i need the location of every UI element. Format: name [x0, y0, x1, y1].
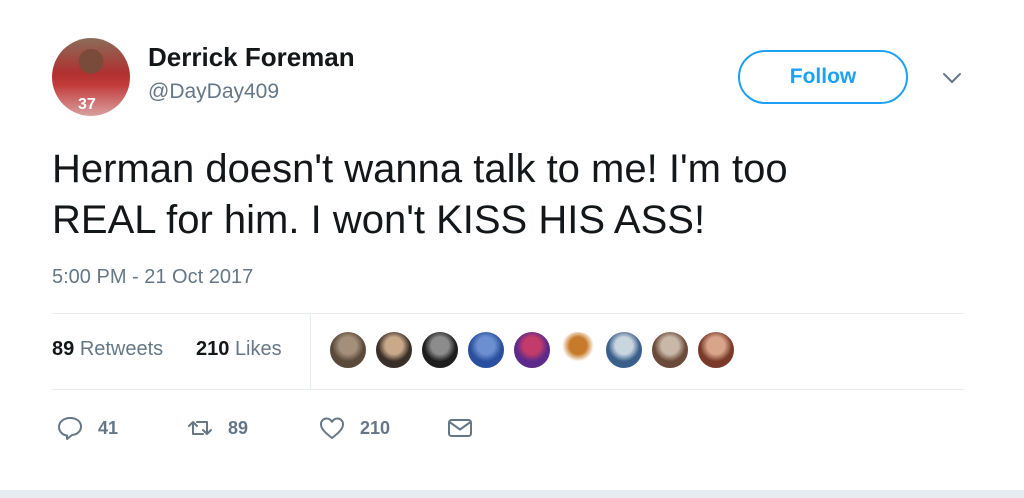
retweet-icon	[188, 421, 212, 435]
tweet-text-line-1: Herman doesn't wanna talk to me! I'm too	[52, 147, 788, 191]
divider	[52, 313, 964, 314]
follow-button[interactable]: Follow	[738, 50, 908, 104]
like-count: 210	[360, 417, 391, 438]
liker-avatar-4[interactable]	[466, 330, 506, 370]
liker-avatar-3[interactable]	[420, 330, 460, 370]
direct-message-button[interactable]	[446, 412, 488, 444]
likes-count: 210	[196, 338, 230, 360]
avatar-jersey-number: 37	[78, 96, 96, 113]
reply-button[interactable]: 41	[56, 412, 118, 444]
liker-avatar-5[interactable]	[512, 330, 552, 370]
likes-label: Likes	[234, 338, 282, 360]
retweet-button[interactable]: 89	[186, 412, 248, 444]
retweets-stat[interactable]: 89 Retweets	[52, 338, 163, 361]
timeline-separator	[0, 490, 1024, 498]
divider	[52, 389, 964, 390]
chevron-down-icon[interactable]	[940, 68, 964, 88]
tweet-card: 37 Derrick Foreman @DayDay409 Follow Her…	[0, 0, 1024, 490]
retweets-label: Retweets	[79, 338, 164, 360]
avatar[interactable]: 37	[52, 38, 130, 116]
display-name[interactable]: Derrick Foreman	[148, 42, 355, 73]
liker-avatar-1[interactable]	[328, 330, 368, 370]
screen-name[interactable]: @DayDay409	[148, 80, 279, 104]
liker-avatar-8[interactable]	[650, 330, 690, 370]
reply-icon	[58, 417, 82, 440]
divider	[310, 313, 311, 389]
tweet-text: Herman doesn't wanna talk to me! I'm too…	[52, 144, 952, 246]
retweet-count: 89	[228, 417, 249, 438]
tweet-timestamp[interactable]: 5:00 PM - 21 Oct 2017	[52, 266, 253, 289]
retweets-count: 89	[52, 338, 75, 360]
envelope-icon	[448, 419, 472, 437]
tweet-text-line-2: REAL for him. I won't KISS HIS ASS!	[52, 198, 706, 242]
like-button[interactable]: 210	[318, 412, 390, 444]
liker-avatar-2[interactable]	[374, 330, 414, 370]
heart-icon	[320, 417, 344, 439]
likes-stat[interactable]: 210 Likes	[196, 338, 282, 361]
liker-avatar-6[interactable]	[558, 330, 598, 370]
reply-count: 41	[98, 417, 119, 438]
liker-avatar-9[interactable]	[696, 330, 736, 370]
liker-avatar-7[interactable]	[604, 330, 644, 370]
